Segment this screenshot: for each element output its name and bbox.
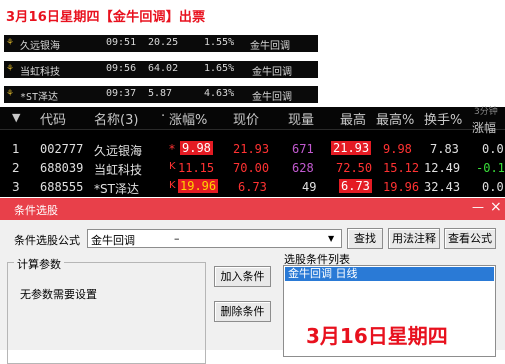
- usage-notes-button[interactable]: 用法注释: [388, 228, 440, 249]
- alert-icon: ⚘: [7, 88, 14, 99]
- sort-arrow-icon[interactable]: ▼: [12, 111, 20, 124]
- header-high[interactable]: 最高: [340, 109, 366, 128]
- row-code: 002777: [40, 142, 84, 156]
- formula-dash: –: [174, 232, 180, 245]
- row-change-pct: 9.98: [180, 141, 213, 155]
- page-title: 3月16日星期四【金牛回调】出票: [6, 10, 206, 25]
- header-code[interactable]: 代码: [40, 109, 66, 128]
- row-name: 久远银海: [94, 144, 143, 158]
- no-params-text: 无参数需要设置: [20, 288, 97, 301]
- header-volume[interactable]: 现量: [288, 109, 314, 128]
- alert-icon: ⚘: [7, 63, 14, 74]
- row-code: 688555: [40, 180, 84, 194]
- delete-condition-button[interactable]: 删除条件: [214, 301, 271, 322]
- alert-formula: 金牛回调: [252, 92, 292, 103]
- alert-time: 09:37: [106, 88, 137, 99]
- alert-price: 5.87: [148, 88, 173, 99]
- alert-name: *ST泽达: [20, 92, 59, 103]
- row-name: 当虹科技: [94, 163, 143, 177]
- dialog-title: 条件选股: [14, 204, 58, 217]
- row-index: 3: [12, 180, 20, 194]
- params-group-label: 计算参数: [14, 256, 64, 272]
- date-overlay: 3月16日星期四: [306, 324, 448, 348]
- row-price: 21.93: [233, 142, 270, 156]
- chevron-down-icon[interactable]: ▼: [328, 234, 334, 243]
- formula-value: 金牛回调: [91, 234, 135, 247]
- find-button[interactable]: 查找: [347, 228, 383, 249]
- view-formula-button[interactable]: 查看公式: [444, 228, 496, 249]
- header-name[interactable]: 名称(3): [94, 109, 138, 128]
- alert-name: 久远银海: [20, 41, 60, 52]
- header-3min-fragment: 3分钟: [474, 107, 498, 117]
- alert-row[interactable]: ⚘ 久远银海 09:51 20.25 1.55% 金牛回调: [4, 35, 318, 52]
- row-index: 2: [12, 161, 20, 175]
- row-turnover: 12.49: [424, 161, 461, 175]
- header-high-pct[interactable]: 最高%: [376, 109, 414, 128]
- table-row[interactable]: 3 688555 *ST泽达 K 19.96 6.73 49 6.73 19.9…: [0, 178, 505, 197]
- alert-pct: 1.55%: [204, 37, 235, 48]
- alert-row[interactable]: ⚘ 当虹科技 09:56 64.02 1.65% 金牛回调: [4, 61, 318, 78]
- row-name: *ST泽达: [94, 182, 139, 196]
- row-change-pct: 19.96: [178, 179, 219, 193]
- alert-pct: 1.65%: [204, 63, 235, 74]
- row-turnover: 32.43: [424, 180, 461, 194]
- row-high-pct: 19.96: [383, 180, 420, 194]
- row-volume: 49: [302, 180, 317, 194]
- row-volume: 628: [292, 161, 314, 175]
- alert-pct: 4.63%: [204, 88, 235, 99]
- header-dot: ·: [161, 109, 166, 124]
- row-price: 70.00: [233, 161, 270, 175]
- row-flag: K: [169, 180, 176, 191]
- row-3min: -0.1: [476, 161, 505, 175]
- condition-item[interactable]: 金牛回调 日线: [285, 267, 494, 281]
- alert-formula: 金牛回调: [252, 67, 292, 78]
- formula-select[interactable]: 金牛回调 – ▼: [87, 229, 342, 248]
- row-3min: 0.0: [482, 142, 504, 156]
- header-price[interactable]: 现价: [233, 109, 259, 128]
- header-3min-change[interactable]: 涨幅: [472, 119, 496, 136]
- row-volume: 671: [292, 142, 314, 156]
- row-high: 21.93: [331, 141, 372, 155]
- add-condition-button[interactable]: 加入条件: [214, 266, 271, 287]
- alert-row[interactable]: ⚘ *ST泽达 09:37 5.87 4.63% 金牛回调: [4, 86, 318, 103]
- row-turnover: 7.83: [430, 142, 459, 156]
- formula-label: 条件选股公式: [14, 234, 80, 247]
- alert-time: 09:56: [106, 63, 137, 74]
- alert-time: 09:51: [106, 37, 137, 48]
- header-turnover[interactable]: 换手%: [424, 109, 462, 128]
- dialog-body: 条件选股公式 金牛回调 – ▼ 查找 用法注释 查看公式 计算参数 无参数需要设…: [0, 220, 505, 364]
- table-row[interactable]: 2 688039 当虹科技 K 11.15 70.00 628 72.50 15…: [0, 159, 505, 178]
- row-3min: 0.0: [482, 180, 504, 194]
- header-change-pct[interactable]: 涨幅%: [169, 109, 207, 128]
- alert-price: 64.02: [148, 63, 179, 74]
- row-flag: *: [169, 142, 175, 156]
- quote-header: ▼ 代码 名称(3) · 涨幅% 现价 现量 最高 最高% 换手% 3分钟 涨幅: [0, 107, 505, 135]
- dialog-title-bar[interactable]: 条件选股 — ×: [0, 198, 505, 220]
- row-high-pct: 9.98: [383, 142, 412, 156]
- minimize-button[interactable]: —: [472, 200, 484, 214]
- row-high-pct: 15.12: [383, 161, 420, 175]
- row-code: 688039: [40, 161, 84, 175]
- alert-price: 20.25: [148, 37, 179, 48]
- close-button[interactable]: ×: [490, 199, 502, 215]
- row-change-pct: 11.15: [178, 161, 215, 175]
- alert-formula: 金牛回调: [250, 41, 290, 52]
- quote-table: ▼ 代码 名称(3) · 涨幅% 现价 现量 最高 最高% 换手% 3分钟 涨幅…: [0, 107, 505, 197]
- alert-name: 当虹科技: [20, 67, 60, 78]
- row-high: 6.73: [339, 179, 372, 193]
- params-group: [7, 262, 206, 364]
- row-index: 1: [12, 142, 20, 156]
- row-high: 72.50: [336, 161, 373, 175]
- row-price: 6.73: [238, 180, 267, 194]
- alert-icon: ⚘: [7, 37, 14, 48]
- table-row[interactable]: 1 002777 久远银海 * 9.98 21.93 671 21.93 9.9…: [0, 140, 505, 159]
- row-flag: K: [169, 161, 176, 172]
